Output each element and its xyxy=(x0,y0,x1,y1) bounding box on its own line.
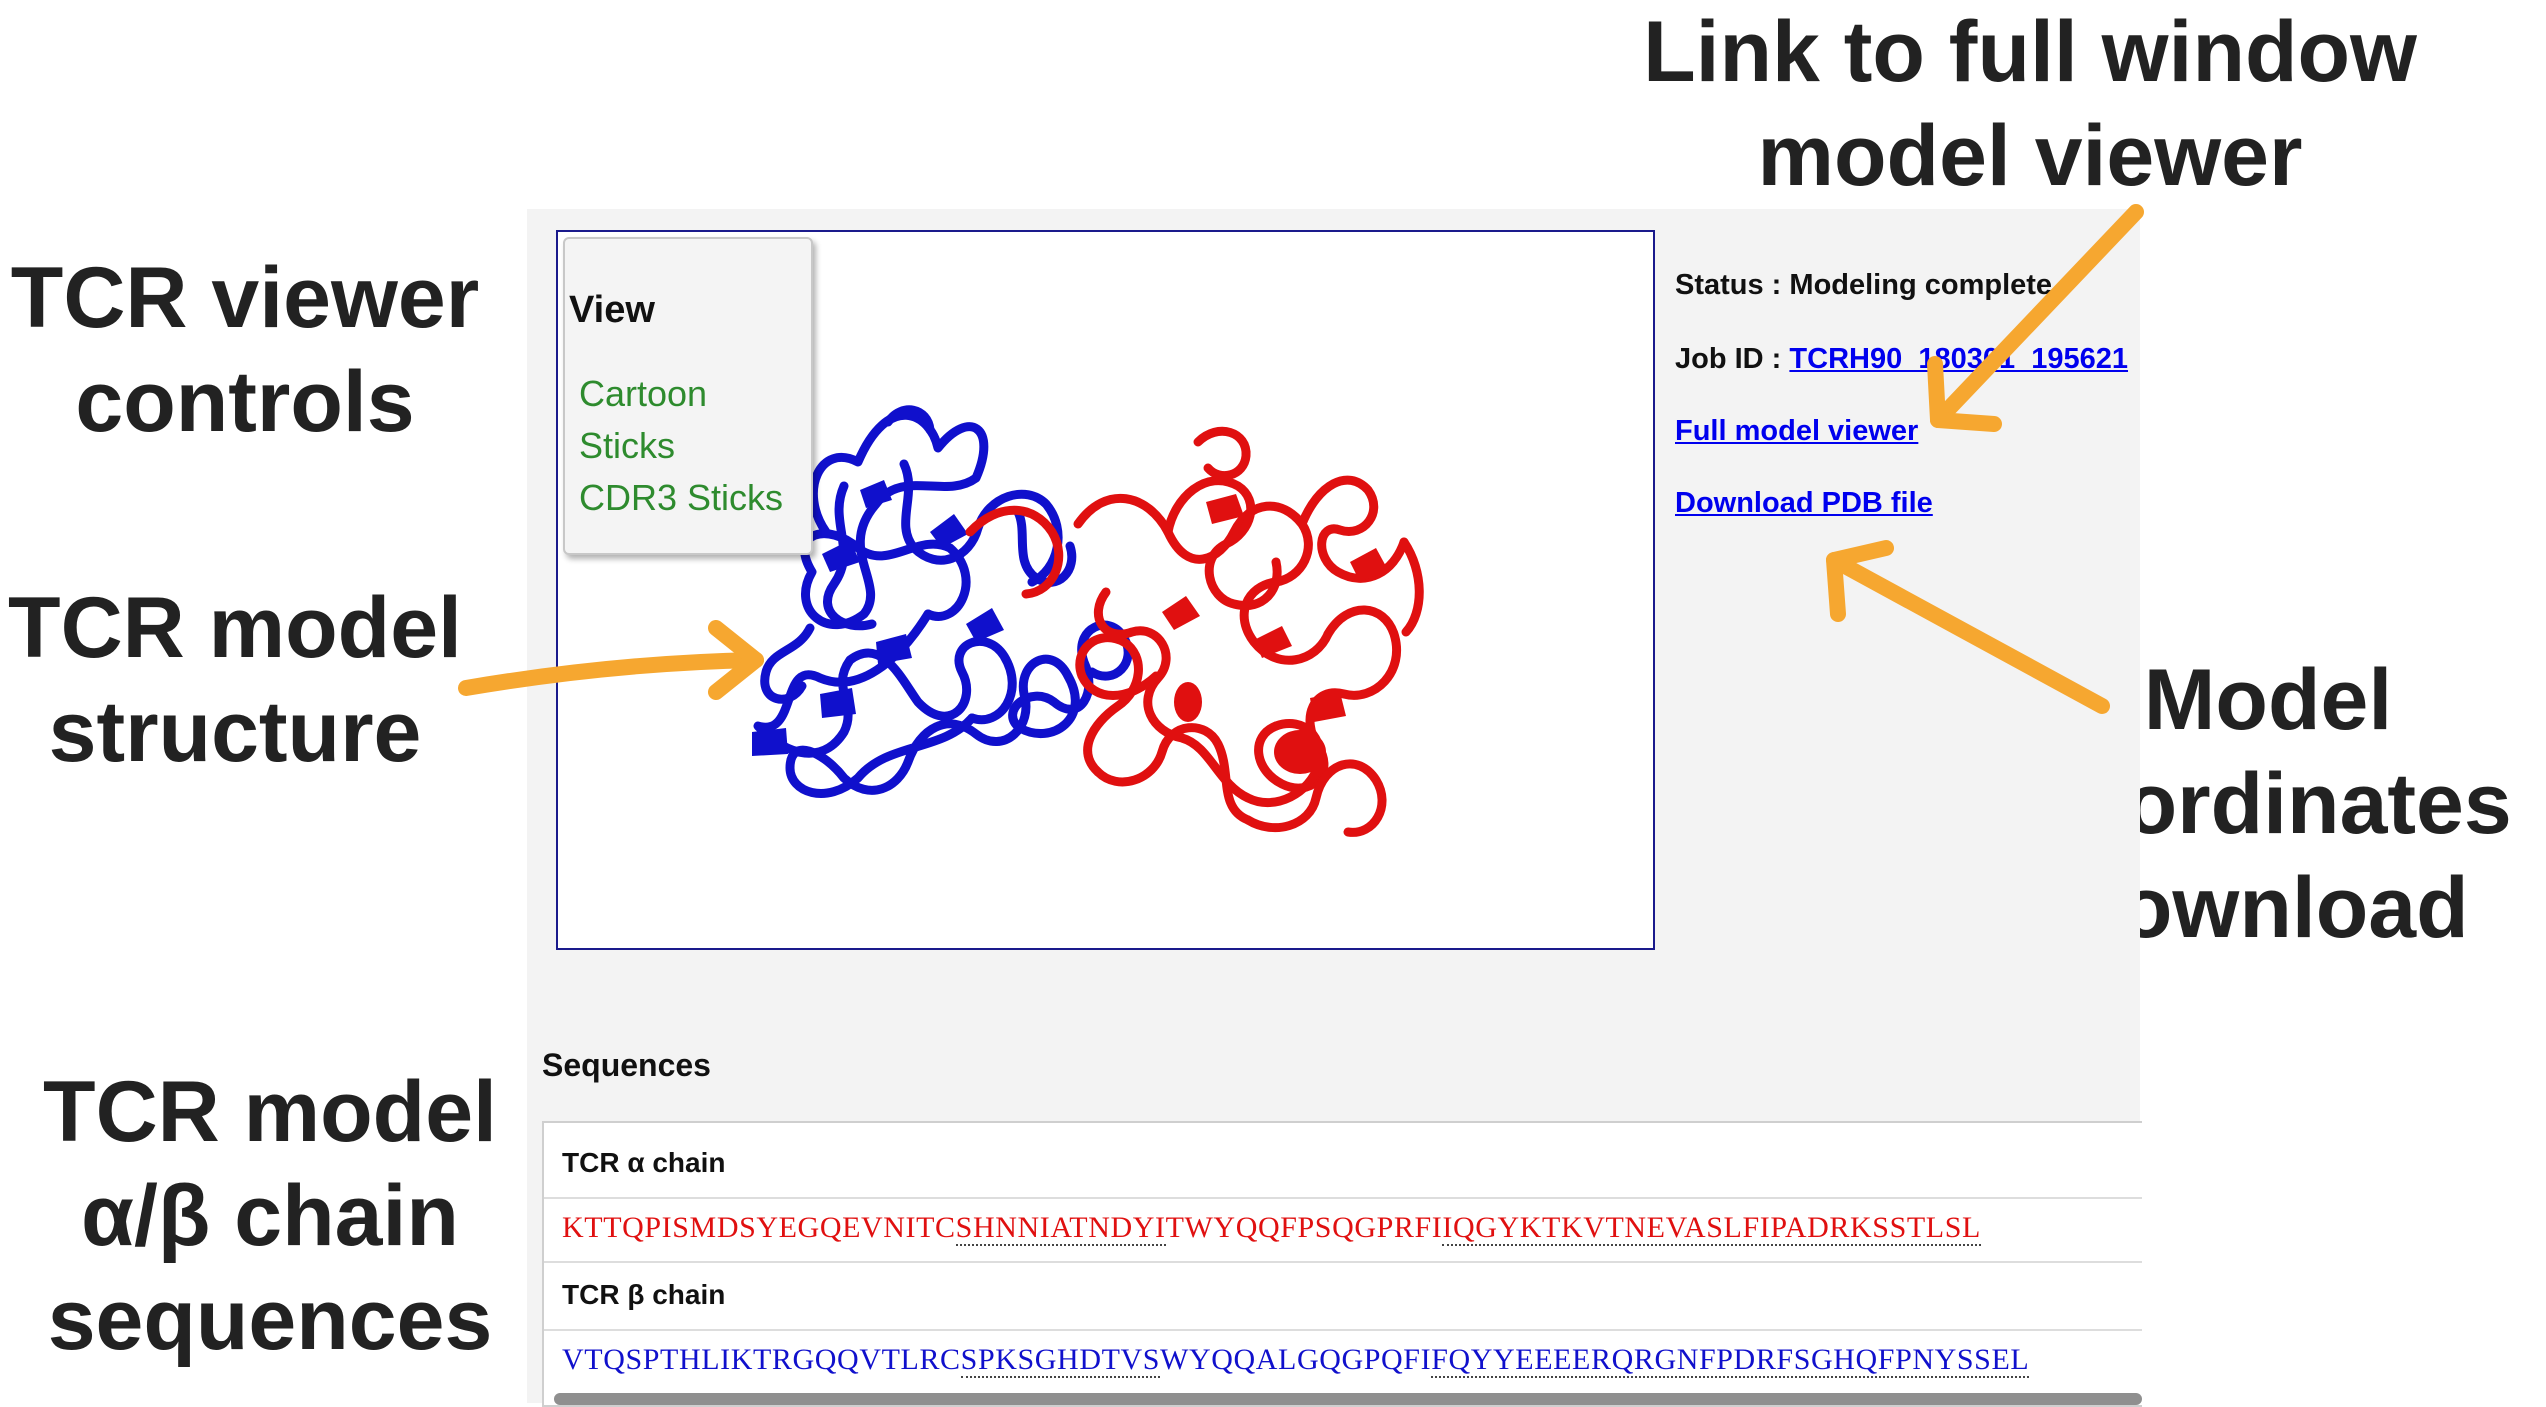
cartoon-view-option[interactable]: Cartoon xyxy=(579,373,707,415)
sequences-heading: Sequences xyxy=(542,1047,711,1083)
alpha-cdr2[interactable]: IQGYKTKVTNEVASLFIPADRKSSTLSL xyxy=(1442,1211,1981,1246)
beta-framework-1: VTQSPTHLIKTRGQQVTLRC xyxy=(562,1343,961,1376)
annotation-line: structure xyxy=(48,684,422,780)
beta-chain-sequence: VTQSPTHLIKTRGQQVTLRCSPKSGHDTVSWYQQALGQGP… xyxy=(562,1343,2030,1378)
job-status: Status : Modeling complete xyxy=(1675,269,2052,302)
annotation-model-structure: TCR model structure xyxy=(0,576,470,784)
alpha-chain-ribbon xyxy=(965,426,1424,837)
job-id-link[interactable]: TCRH90_180301_195621 xyxy=(1789,343,2128,375)
status-value: Modeling complete xyxy=(1789,269,2053,301)
annotation-line: TCR viewer xyxy=(10,250,480,346)
row-divider xyxy=(544,1329,2142,1331)
download-pdb-link[interactable]: Download PDB file xyxy=(1675,487,1933,519)
viewer-controls-panel: View Cartoon Sticks CDR3 Sticks xyxy=(563,237,813,555)
alpha-framework-2: TWYQQFPSQGPRFI xyxy=(1165,1211,1443,1244)
annotation-line: sequences xyxy=(47,1272,493,1368)
row-divider xyxy=(544,1197,2142,1199)
structure-viewer[interactable]: View Cartoon Sticks CDR3 Sticks xyxy=(556,230,1655,950)
beta-cdr2[interactable]: FQYYEEEERQRGNFPDRFSGHQFPNYSSEL xyxy=(1431,1343,2030,1378)
results-page: View Cartoon Sticks CDR3 Sticks Status :… xyxy=(527,209,2142,1407)
annotation-line: Link to full window xyxy=(1643,4,2417,100)
job-id-label: Job ID : xyxy=(1675,343,1782,375)
beta-framework-2: WYQQALGQGPQFI xyxy=(1160,1343,1432,1376)
annotation-chain-sequences: TCR model α/β chain sequences xyxy=(30,1060,510,1372)
alpha-chain-sequence: KTTQPISMDSYEGQEVNITCSHNNIATNDYITWYQQFPSQ… xyxy=(562,1211,1981,1246)
row-divider xyxy=(544,1261,2142,1263)
job-id-row: Job ID : TCRH90_180301_195621 xyxy=(1675,343,2128,376)
alpha-framework-1: KTTQPISMDSYEGQEVNITC xyxy=(562,1211,956,1244)
sequences-table: TCR α chain KTTQPISMDSYEGQEVNITCSHNNIATN… xyxy=(542,1121,2142,1407)
annotation-viewer-controls: TCR viewer controls xyxy=(0,246,490,454)
annotation-line: TCR model xyxy=(8,580,462,676)
download-pdb-row: Download PDB file xyxy=(1675,487,1933,520)
status-label: Status : xyxy=(1675,269,1782,301)
beta-chain-label: TCR β chain xyxy=(562,1279,726,1310)
annotation-line: model viewer xyxy=(1757,108,2303,204)
alpha-chain-label: TCR α chain xyxy=(562,1147,726,1178)
full-model-viewer-row: Full model viewer xyxy=(1675,415,1918,448)
cdr3-sticks-view-option[interactable]: CDR3 Sticks xyxy=(579,477,783,519)
horizontal-scrollbar[interactable] xyxy=(554,1393,2142,1405)
annotation-line: TCR model xyxy=(43,1064,497,1160)
beta-cdr1[interactable]: SPKSGHDTVS xyxy=(960,1343,1161,1378)
alpha-cdr1[interactable]: SHNNIATNDYI xyxy=(955,1211,1166,1246)
annotation-line: controls xyxy=(75,354,415,450)
annotation-line: α/β chain xyxy=(81,1168,459,1264)
sticks-view-option[interactable]: Sticks xyxy=(579,425,675,467)
beta-chain-ribbon xyxy=(753,405,1133,798)
full-model-viewer-link[interactable]: Full model viewer xyxy=(1675,415,1918,447)
annotation-full-viewer-link: Link to full window model viewer xyxy=(1520,0,2540,208)
view-heading: View xyxy=(569,289,655,331)
